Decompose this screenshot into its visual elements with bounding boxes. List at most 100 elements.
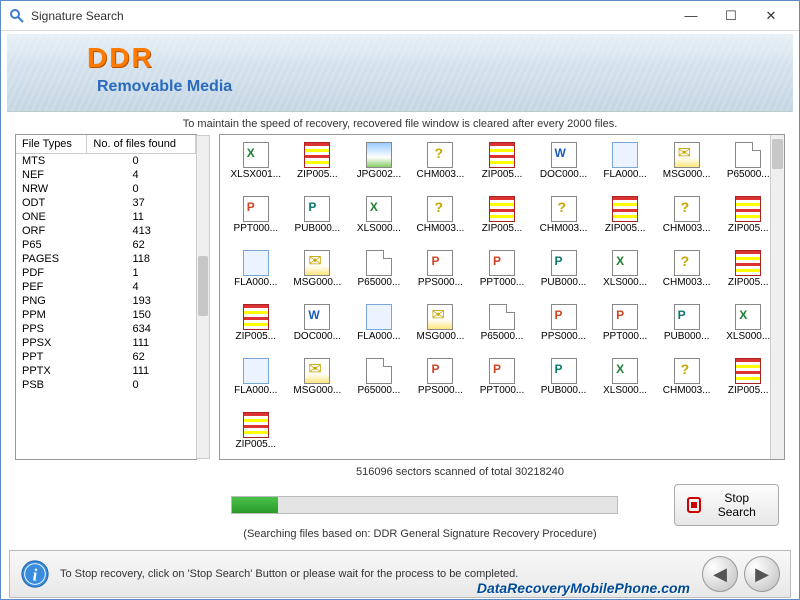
file-item[interactable]: JPG002...	[349, 139, 409, 191]
file-item[interactable]: ZIP005...	[226, 409, 286, 460]
file-item[interactable]: CHM003...	[657, 247, 717, 299]
maximize-button[interactable]: ☐	[711, 6, 751, 26]
file-item[interactable]: XLS000...	[595, 247, 655, 299]
file-item[interactable]: P65000...	[472, 301, 532, 353]
table-row[interactable]: P6562	[16, 238, 196, 252]
files-scrollbar[interactable]	[770, 135, 784, 459]
file-item[interactable]: P65000...	[349, 355, 409, 407]
file-item[interactable]: XLS000...	[595, 355, 655, 407]
file-item[interactable]: XLS000...	[349, 193, 409, 245]
table-row[interactable]: ORF413	[16, 224, 196, 238]
file-item[interactable]: FLA000...	[349, 301, 409, 353]
file-label: XLS000...	[726, 331, 770, 342]
file-item[interactable]: ZIP005...	[472, 139, 532, 191]
table-row[interactable]: PPS634	[16, 322, 196, 336]
file-label: PPS000...	[418, 277, 463, 288]
svg-text:i: i	[33, 566, 38, 585]
close-button[interactable]: ✕	[751, 6, 791, 26]
banner-subtitle: Removable Media	[97, 78, 232, 96]
scrollbar-thumb[interactable]	[198, 256, 208, 316]
file-item[interactable]: CHM003...	[657, 355, 717, 407]
file-icon	[365, 357, 393, 385]
table-row[interactable]: MTS0	[16, 154, 196, 168]
table-row[interactable]: PPSX111	[16, 336, 196, 350]
cell-count: 111	[126, 336, 196, 350]
table-row[interactable]: PNG193	[16, 294, 196, 308]
file-label: DOC000...	[294, 331, 341, 342]
file-item[interactable]: CHM003...	[534, 193, 594, 245]
file-item[interactable]: PPT000...	[472, 247, 532, 299]
cell-type: PEF	[16, 280, 126, 294]
file-item[interactable]: ZIP005...	[595, 193, 655, 245]
minimize-button[interactable]: —	[671, 6, 711, 26]
file-item[interactable]: FLA000...	[595, 139, 655, 191]
table-row[interactable]: ONE11	[16, 210, 196, 224]
table-row[interactable]: PSB0	[16, 378, 196, 392]
file-icon	[550, 195, 578, 223]
file-item[interactable]: CHM003...	[411, 193, 471, 245]
file-icon	[611, 303, 639, 331]
cell-count: 62	[126, 350, 196, 364]
file-item[interactable]: CHM003...	[411, 139, 471, 191]
table-row[interactable]: PAGES118	[16, 252, 196, 266]
table-row[interactable]: PPT62	[16, 350, 196, 364]
file-item[interactable]: ZIP005...	[288, 139, 348, 191]
table-row[interactable]: PDF1	[16, 266, 196, 280]
file-item[interactable]: MSG000...	[288, 247, 348, 299]
file-item[interactable]: PPS000...	[411, 355, 471, 407]
file-item[interactable]: FLA000...	[226, 355, 286, 407]
file-item[interactable]: P65000...	[349, 247, 409, 299]
file-label: PPT000...	[480, 277, 524, 288]
table-row[interactable]: PEF4	[16, 280, 196, 294]
cell-type: NRW	[16, 182, 126, 196]
cell-count: 193	[126, 294, 196, 308]
app-icon	[9, 8, 25, 24]
cell-type: PPS	[16, 322, 126, 336]
file-item[interactable]: PPT000...	[595, 301, 655, 353]
file-item[interactable]: ZIP005...	[472, 193, 532, 245]
file-item[interactable]: ZIP005...	[226, 301, 286, 353]
file-icon	[734, 357, 762, 385]
table-row[interactable]: PPTX111	[16, 364, 196, 378]
file-item[interactable]: PPS000...	[411, 247, 471, 299]
file-item[interactable]: MSG000...	[288, 355, 348, 407]
file-item[interactable]: PPT000...	[472, 355, 532, 407]
file-item[interactable]: XLSX001...	[226, 139, 286, 191]
file-item[interactable]: CHM003...	[657, 193, 717, 245]
file-item[interactable]: PUB000...	[288, 193, 348, 245]
file-item[interactable]: FLA000...	[226, 247, 286, 299]
cell-count: 4	[126, 280, 196, 294]
cell-type: MTS	[16, 154, 126, 168]
file-item[interactable]: PUB000...	[534, 247, 594, 299]
col-file-types[interactable]: File Types	[16, 135, 87, 154]
scrollbar-thumb[interactable]	[772, 139, 783, 169]
file-icon	[673, 249, 701, 277]
file-label: FLA000...	[603, 169, 646, 180]
file-item[interactable]: PUB000...	[534, 355, 594, 407]
left-scrollbar[interactable]	[196, 135, 210, 459]
file-icon	[426, 141, 454, 169]
footer: i To Stop recovery, click on 'Stop Searc…	[9, 550, 791, 598]
next-button[interactable]: ▶	[744, 556, 780, 592]
file-item[interactable]: DOC000...	[534, 139, 594, 191]
table-row[interactable]: NRW0	[16, 182, 196, 196]
file-label: PPT000...	[480, 385, 524, 396]
file-item[interactable]: PPS000...	[534, 301, 594, 353]
prev-button[interactable]: ◀	[702, 556, 738, 592]
col-files-found[interactable]: No. of files found	[87, 135, 196, 154]
progress-label: 516096 sectors scanned of total 30218240	[1, 460, 799, 478]
file-item[interactable]: MSG000...	[657, 139, 717, 191]
file-item[interactable]: MSG000...	[411, 301, 471, 353]
file-item[interactable]: PPT000...	[226, 193, 286, 245]
file-icon	[365, 303, 393, 331]
file-item[interactable]: DOC000...	[288, 301, 348, 353]
table-row[interactable]: NEF4	[16, 168, 196, 182]
file-label: PUB000...	[664, 331, 710, 342]
titlebar: Signature Search — ☐ ✕	[1, 1, 799, 31]
table-row[interactable]: PPM150	[16, 308, 196, 322]
file-icon	[426, 195, 454, 223]
stop-search-button[interactable]: Stop Search	[674, 484, 779, 526]
file-item[interactable]: PUB000...	[657, 301, 717, 353]
table-row[interactable]: ODT37	[16, 196, 196, 210]
file-label: P65000...	[357, 385, 400, 396]
